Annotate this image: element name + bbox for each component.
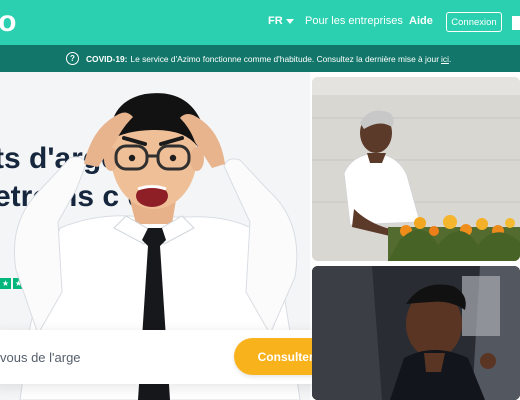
- covid-banner-title: COVID-19:: [86, 53, 128, 64]
- nav-link-help[interactable]: Aide: [409, 15, 433, 27]
- login-button[interactable]: Connexion: [446, 12, 502, 32]
- woman-flowers-photo: [312, 77, 520, 261]
- top-navigation-bar: mo FR Pour les entreprises Aide Connexio…: [0, 0, 520, 45]
- send-amount-input[interactable]: [0, 346, 130, 368]
- azimo-page: mo FR Pour les entreprises Aide Connexio…: [0, 0, 520, 400]
- language-label: FR: [268, 15, 283, 27]
- language-selector[interactable]: FR: [268, 15, 294, 27]
- star-icon: ★: [0, 278, 11, 289]
- azimo-logo[interactable]: mo: [0, 6, 17, 38]
- man-in-car-photo: [312, 266, 520, 400]
- headline-line-1: ts d'argent ns: [0, 142, 190, 175]
- covid-update-link[interactable]: ici: [441, 54, 449, 64]
- headline-line-2: etroins c da: [0, 180, 163, 213]
- info-icon: ?: [66, 52, 79, 65]
- covid-banner: ? COVID-19: Le service d'Azimo fonctionn…: [0, 45, 520, 72]
- covid-banner-end: .: [448, 53, 452, 64]
- star-icon: ★: [26, 278, 37, 289]
- rating-stars: ★ ★ ★: [0, 278, 37, 289]
- star-icon: ★: [13, 278, 24, 289]
- nav-link-enterprises[interactable]: Pour les entreprises: [305, 15, 403, 27]
- chevron-down-icon: [285, 19, 294, 24]
- covid-banner-message: Le service d'Azimo fonctionne comme d'ha…: [130, 53, 440, 64]
- hero-headline: ts d'argent ns etroins c da: [0, 140, 190, 216]
- man-in-car-illustration: [312, 266, 520, 400]
- header-edge-element: [512, 16, 520, 30]
- woman-flowers-illustration: [312, 77, 520, 261]
